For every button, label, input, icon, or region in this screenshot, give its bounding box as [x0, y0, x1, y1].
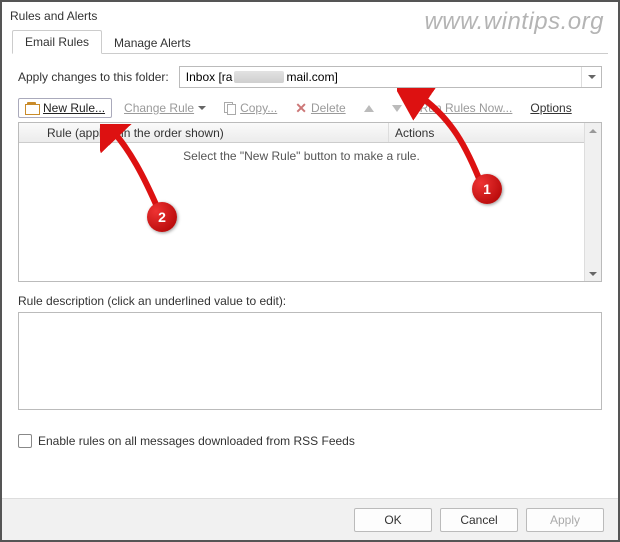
change-rule-button[interactable]: Change Rule	[118, 99, 212, 117]
ok-button[interactable]: OK	[354, 508, 432, 532]
copy-label: Copy...	[240, 101, 277, 115]
tab-email-rules[interactable]: Email Rules	[12, 30, 102, 54]
new-rule-button[interactable]: New Rule...	[18, 98, 112, 118]
rules-list-scrollbar[interactable]	[584, 123, 601, 281]
toolbar: New Rule... Change Rule Copy... ✕ Delete…	[18, 98, 602, 118]
triangle-up-icon	[364, 105, 374, 112]
tab-strip: Email Rules Manage Alerts	[2, 30, 618, 54]
rss-label: Enable rules on all messages downloaded …	[38, 434, 355, 448]
run-rules-now-button[interactable]: Run Rules Now...	[414, 99, 519, 117]
change-rule-label: Change Rule	[124, 101, 194, 115]
rss-row: Enable rules on all messages downloaded …	[18, 434, 602, 448]
apply-button[interactable]: Apply	[526, 508, 604, 532]
triangle-down-icon	[392, 105, 402, 112]
scroll-up-icon[interactable]	[586, 123, 601, 138]
options-button[interactable]: Options	[524, 99, 577, 117]
new-rule-label: New Rule...	[43, 101, 105, 115]
rule-description-box[interactable]	[18, 312, 602, 410]
rules-list: Rule (applied in the order shown) Action…	[18, 122, 602, 282]
delete-label: Delete	[311, 101, 346, 115]
rss-checkbox[interactable]	[18, 434, 32, 448]
folder-row: Apply changes to this folder: Inbox [ram…	[18, 66, 602, 88]
options-label: Options	[530, 101, 571, 115]
window-title: Rules and Alerts	[2, 2, 618, 30]
dialog-footer: OK Cancel Apply	[2, 498, 618, 540]
move-up-button[interactable]	[358, 103, 380, 114]
new-rule-icon	[25, 102, 39, 114]
copy-icon	[224, 102, 236, 114]
run-rules-now-label: Run Rules Now...	[420, 101, 513, 115]
chevron-down-icon	[588, 75, 596, 79]
redacted-text	[234, 71, 284, 83]
folder-dropdown[interactable]: Inbox [ramail.com]	[179, 66, 602, 88]
folder-dropdown-value: Inbox [ramail.com]	[180, 70, 581, 84]
rules-list-header: Rule (applied in the order shown) Action…	[19, 123, 584, 143]
column-rule-header[interactable]: Rule (applied in the order shown)	[19, 123, 389, 142]
folder-dropdown-button[interactable]	[581, 67, 601, 87]
rule-description-label: Rule description (click an underlined va…	[18, 294, 602, 308]
cancel-button[interactable]: Cancel	[440, 508, 518, 532]
delete-button[interactable]: ✕ Delete	[289, 99, 351, 117]
rules-and-alerts-window: Rules and Alerts Email Rules Manage Aler…	[2, 2, 618, 540]
chevron-down-icon	[198, 106, 206, 110]
move-down-button[interactable]	[386, 103, 408, 114]
content-area: Apply changes to this folder: Inbox [ram…	[2, 54, 618, 448]
folder-label: Apply changes to this folder:	[18, 70, 169, 84]
scroll-down-icon[interactable]	[586, 266, 601, 281]
delete-icon: ✕	[295, 101, 307, 115]
column-actions-header[interactable]: Actions	[389, 123, 584, 142]
rules-list-empty-message: Select the "New Rule" button to make a r…	[19, 143, 584, 163]
tab-manage-alerts[interactable]: Manage Alerts	[102, 32, 203, 54]
copy-button[interactable]: Copy...	[218, 99, 283, 117]
